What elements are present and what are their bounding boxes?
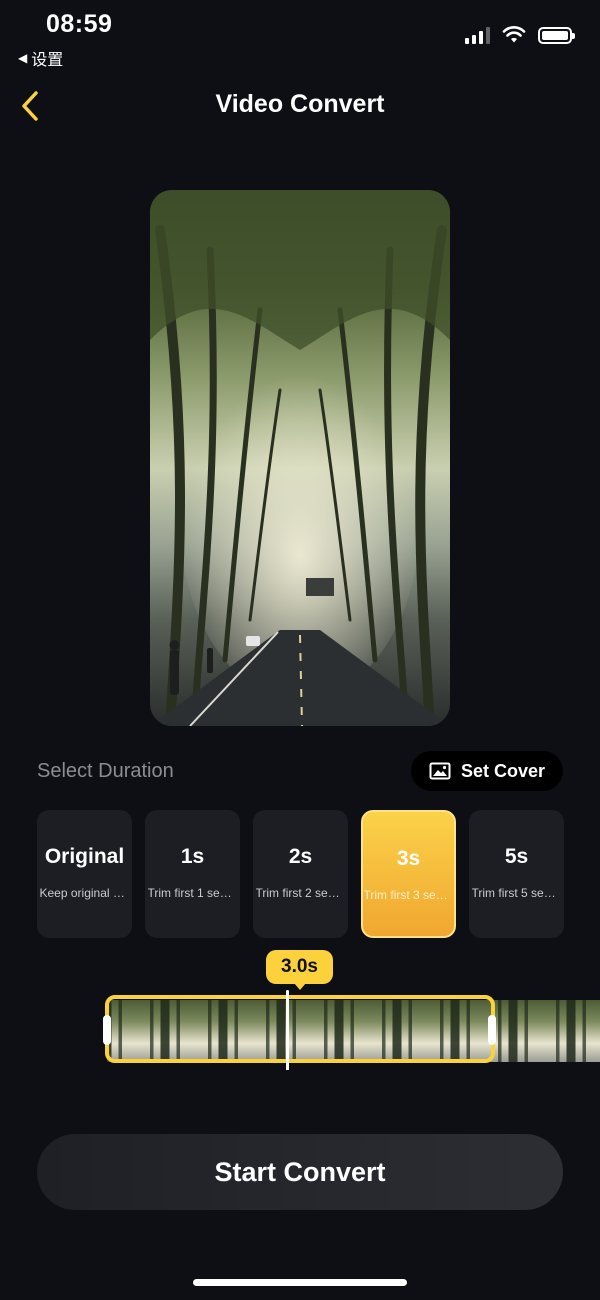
- duration-option-3s[interactable]: 3s Trim first 3 seconds: [361, 810, 456, 938]
- status-icons: [465, 26, 575, 44]
- select-duration-label: Select Duration: [37, 760, 174, 782]
- status-back-label: 设置: [31, 52, 64, 69]
- trim-filmstrip[interactable]: [85, 990, 600, 1070]
- option-title: Original: [44, 845, 125, 868]
- duration-option-1s[interactable]: 1s Trim first 1 second: [145, 810, 240, 938]
- video-preview[interactable]: [150, 190, 450, 726]
- option-subtitle: Trim first 1 second: [147, 886, 238, 900]
- back-triangle-icon: ◀: [18, 51, 28, 65]
- option-title: 1s: [180, 845, 205, 868]
- option-subtitle: Keep original duration: [39, 886, 130, 900]
- duration-option-original[interactable]: Original Keep original duration: [37, 810, 132, 938]
- duration-options: Original Keep original duration 1s Trim …: [37, 810, 564, 938]
- cellular-signal-icon: [465, 26, 490, 44]
- start-convert-button[interactable]: Start Convert: [37, 1134, 563, 1210]
- option-title: 3s: [396, 847, 421, 870]
- status-time: 08:59: [46, 10, 113, 38]
- set-cover-button[interactable]: Set Cover: [411, 751, 563, 791]
- option-subtitle: Trim first 5 seconds: [471, 886, 562, 900]
- duration-option-2s[interactable]: 2s Trim first 2 seconds: [253, 810, 348, 938]
- image-icon: [429, 762, 451, 780]
- trim-selection-frame: [105, 995, 495, 1063]
- duration-option-5s[interactable]: 5s Trim first 5 seconds: [469, 810, 564, 938]
- page-title: Video Convert: [215, 90, 385, 118]
- trim-start-handle[interactable]: [103, 1015, 111, 1045]
- wifi-icon: [502, 26, 526, 43]
- option-title: 2s: [288, 845, 313, 868]
- forest-road-image: [150, 190, 450, 726]
- trim-duration-badge: 3.0s: [266, 950, 333, 990]
- option-subtitle: Trim first 2 seconds: [255, 886, 346, 900]
- set-cover-label: Set Cover: [460, 760, 546, 781]
- option-subtitle: Trim first 3 seconds: [363, 888, 454, 902]
- battery-icon: [538, 26, 575, 44]
- trim-end-handle[interactable]: [488, 1015, 496, 1045]
- status-back-to-settings[interactable]: ◀ 设置: [18, 46, 63, 70]
- home-indicator: [193, 1279, 407, 1286]
- option-title: 5s: [504, 845, 529, 868]
- playhead[interactable]: [286, 990, 289, 1070]
